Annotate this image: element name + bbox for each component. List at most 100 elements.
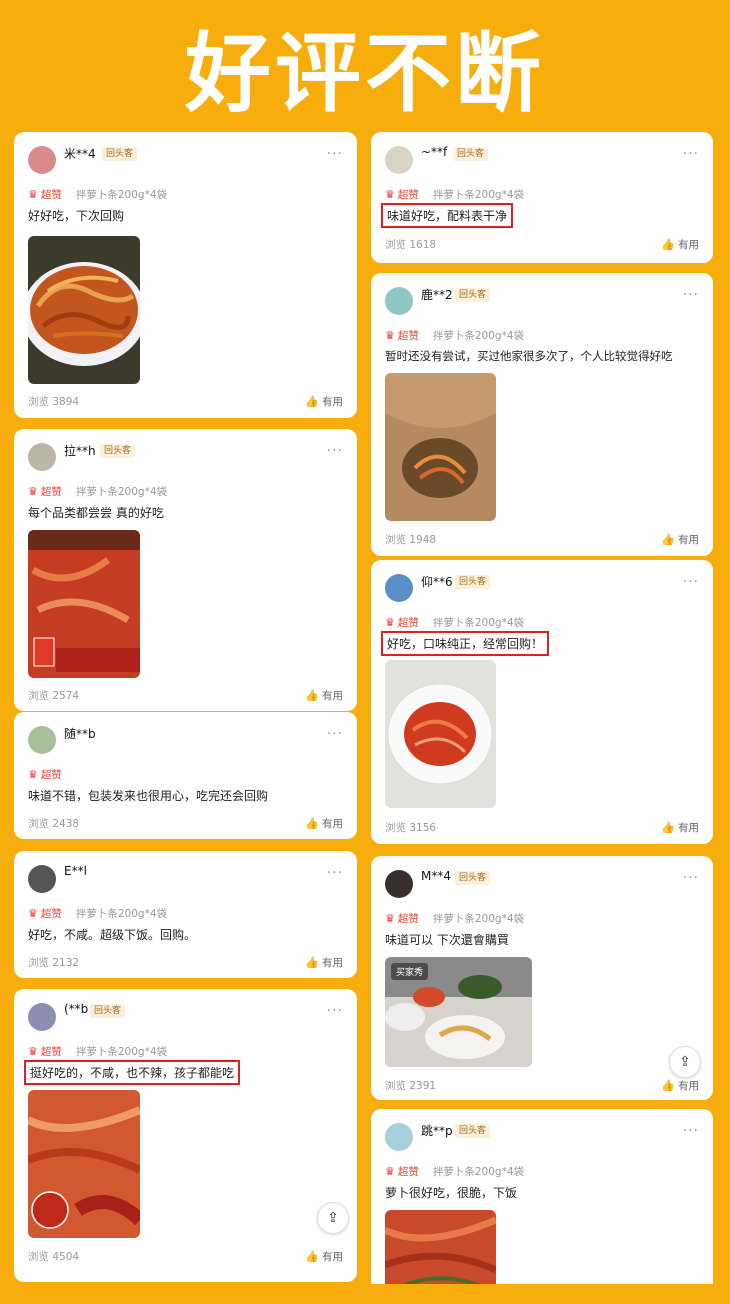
- more-options-icon[interactable]: ···: [683, 146, 699, 162]
- rating-row: ♛ 超赞 拌萝卜条200g*4袋: [28, 484, 167, 499]
- thumbs-up-icon: 👍: [305, 395, 319, 408]
- user-avatar[interactable]: [385, 146, 413, 174]
- return-customer-badge: 回头客: [90, 1004, 126, 1018]
- product-spec: 拌萝卜条200g*4袋: [432, 330, 525, 342]
- more-options-icon[interactable]: ···: [683, 870, 699, 886]
- user-name: M**4: [421, 869, 451, 883]
- review-card: 鹿**2 回头客 ··· ♛ 超赞 拌萝卜条200g*4袋 暂时还没有尝试，买过…: [371, 273, 713, 556]
- crown-icon: ♛: [385, 188, 395, 201]
- view-count: 浏览 1618: [385, 239, 437, 251]
- review-card: 米**4 回头客 ··· ♛ 超赞 拌萝卜条200g*4袋 好好吃，下次回购 浏…: [14, 132, 357, 418]
- more-options-icon[interactable]: ···: [683, 574, 699, 590]
- rating-row: ♛ 超赞 拌萝卜条200g*4袋: [385, 187, 524, 202]
- helpful-button[interactable]: 👍 有用: [305, 816, 343, 831]
- rating-label: 超赞: [397, 617, 419, 629]
- view-count: 浏览 3894: [28, 396, 80, 408]
- review-photo[interactable]: 买家秀: [385, 957, 532, 1067]
- user-avatar[interactable]: [385, 870, 413, 898]
- more-options-icon[interactable]: ···: [327, 865, 343, 881]
- view-count: 浏览 2574: [28, 690, 80, 702]
- helpful-label: 有用: [322, 1251, 343, 1263]
- user-avatar[interactable]: [28, 146, 56, 174]
- user-avatar[interactable]: [385, 574, 413, 602]
- rating-label: 超赞: [40, 486, 62, 498]
- rating-row: ♛ 超赞 拌萝卜条200g*4袋: [385, 328, 524, 343]
- rating-row: ♛ 超赞 拌萝卜条200g*4袋: [28, 187, 167, 202]
- review-card: 随**b ··· ♛ 超赞 味道不错，包装发来也很用心，吃完还会回购 浏览 24…: [14, 712, 357, 839]
- helpful-button[interactable]: 👍 有用: [305, 955, 343, 970]
- review-text-highlighted: 味道好吃，配料表干净: [381, 203, 514, 228]
- helpful-button[interactable]: 👍 有用: [305, 688, 343, 703]
- user-avatar[interactable]: [28, 1003, 56, 1031]
- user-avatar[interactable]: [385, 1123, 413, 1151]
- user-avatar[interactable]: [28, 443, 56, 471]
- review-photo[interactable]: [28, 530, 140, 678]
- view-count: 浏览 4504: [28, 1251, 80, 1263]
- thumbs-up-icon: 👍: [661, 238, 675, 251]
- review-text: 味道不错，包装发来也很用心，吃完还会回购: [28, 789, 269, 803]
- crown-icon: ♛: [385, 1165, 395, 1178]
- crown-icon: ♛: [385, 616, 395, 629]
- review-photo[interactable]: [385, 660, 496, 808]
- review-photo[interactable]: [385, 1210, 496, 1284]
- product-spec: 拌萝卜条200g*4袋: [432, 189, 525, 201]
- helpful-button[interactable]: 👍 有用: [661, 1078, 699, 1093]
- product-spec: 拌萝卜条200g*4袋: [75, 189, 168, 201]
- helpful-label: 有用: [322, 690, 343, 702]
- helpful-button[interactable]: 👍 有用: [661, 820, 699, 835]
- user-name: 仰**6: [421, 575, 453, 589]
- user-avatar[interactable]: [385, 287, 413, 315]
- user-avatar[interactable]: [28, 726, 56, 754]
- helpful-button[interactable]: 👍 有用: [661, 237, 699, 252]
- review-text-highlighted: 好吃，口味纯正，经常回购！: [381, 631, 550, 656]
- helpful-label: 有用: [678, 822, 699, 834]
- user-name: 拉**h: [64, 444, 96, 458]
- more-options-icon[interactable]: ···: [327, 146, 343, 162]
- back-to-top-button[interactable]: ⇪: [669, 1046, 701, 1078]
- helpful-label: 有用: [322, 818, 343, 830]
- more-options-icon[interactable]: ···: [683, 287, 699, 303]
- helpful-label: 有用: [678, 239, 699, 251]
- back-to-top-button[interactable]: ⇪: [317, 1202, 349, 1234]
- crown-icon: ♛: [28, 768, 38, 781]
- rating-label: 超赞: [40, 189, 62, 201]
- review-card: E**l ··· ♛ 超赞 拌萝卜条200g*4袋 好吃，不咸。超级下饭。回购。…: [14, 851, 357, 978]
- more-options-icon[interactable]: ···: [327, 726, 343, 742]
- view-count: 浏览 2132: [28, 957, 80, 969]
- helpful-button[interactable]: 👍 有用: [661, 532, 699, 547]
- rating-row: ♛ 超赞 拌萝卜条200g*4袋: [385, 911, 524, 926]
- review-card: 拉**h 回头客 ··· ♛ 超赞 拌萝卜条200g*4袋 每个品类都尝尝 真的…: [14, 429, 357, 711]
- crown-icon: ♛: [28, 1045, 38, 1058]
- product-spec: 拌萝卜条200g*4袋: [75, 1046, 168, 1058]
- product-spec: 拌萝卜条200g*4袋: [75, 486, 168, 498]
- more-options-icon[interactable]: ···: [327, 443, 343, 459]
- more-options-icon[interactable]: ···: [327, 1003, 343, 1019]
- rating-label: 超赞: [397, 189, 419, 201]
- rating-label: 超赞: [40, 769, 62, 781]
- return-customer-badge: 回头客: [455, 1124, 491, 1138]
- review-card: 跳**p 回头客 ··· ♛ 超赞 拌萝卜条200g*4袋 萝卜很好吃，很脆，下…: [371, 1109, 713, 1284]
- helpful-button[interactable]: 👍 有用: [305, 1249, 343, 1264]
- view-count: 浏览 2438: [28, 818, 80, 830]
- user-name: (**b: [64, 1002, 89, 1016]
- return-customer-badge: 回头客: [455, 871, 491, 885]
- rating-label: 超赞: [397, 330, 419, 342]
- crown-icon: ♛: [28, 907, 38, 920]
- product-spec: 拌萝卜条200g*4袋: [432, 913, 525, 925]
- page-title: 好评不断: [185, 23, 545, 124]
- view-count: 浏览 3156: [385, 822, 437, 834]
- rating-label: 超赞: [397, 1166, 419, 1178]
- helpful-label: 有用: [322, 396, 343, 408]
- review-photo[interactable]: [28, 236, 140, 384]
- review-photo[interactable]: [28, 1090, 140, 1238]
- user-name: 随**b: [64, 727, 96, 741]
- product-spec: 拌萝卜条200g*4袋: [75, 908, 168, 920]
- rating-label: 超赞: [40, 908, 62, 920]
- user-avatar[interactable]: [28, 865, 56, 893]
- helpful-button[interactable]: 👍 有用: [305, 394, 343, 409]
- review-card: 仰**6 回头客 ··· ♛ 超赞 拌萝卜条200g*4袋 好吃，口味纯正，经常…: [371, 560, 713, 844]
- more-options-icon[interactable]: ···: [683, 1123, 699, 1139]
- thumbs-up-icon: 👍: [305, 1250, 319, 1263]
- review-card: ~**f 回头客 ··· ♛ 超赞 拌萝卜条200g*4袋 味道好吃，配料表干净…: [371, 132, 713, 263]
- review-photo[interactable]: [385, 373, 496, 521]
